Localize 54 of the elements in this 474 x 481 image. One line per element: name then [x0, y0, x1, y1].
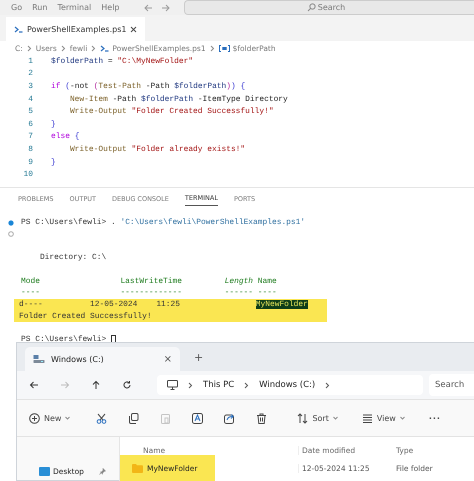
- desktop-icon: [39, 467, 50, 476]
- list-icon: [362, 412, 373, 424]
- terminal-prompt-icon: [100, 44, 110, 52]
- more-button[interactable]: ···: [428, 414, 441, 422]
- refresh-icon: [122, 380, 132, 390]
- variable-icon: [218, 44, 230, 52]
- explorer-tab[interactable]: Windows (C:) ×: [25, 347, 180, 371]
- chevron-icon: [325, 382, 330, 388]
- share-button[interactable]: [224, 412, 236, 424]
- address-segment[interactable]: This PC: [203, 380, 234, 390]
- cut-button[interactable]: [96, 412, 108, 424]
- copy-icon: [128, 412, 140, 424]
- arrow-icon: [29, 380, 39, 390]
- sort-button[interactable]: Sort: [297, 412, 338, 424]
- new-tab-button[interactable]: +: [194, 350, 204, 364]
- drive-icon: [33, 354, 45, 364]
- share-icon: [224, 412, 236, 424]
- monitor-icon: [167, 380, 178, 390]
- caret-icon: [400, 416, 405, 420]
- caret-icon: [332, 416, 338, 420]
- arrow-icon: [60, 380, 70, 390]
- chevron-icon: [60, 44, 66, 52]
- terminal-prompt-icon: [14, 26, 23, 32]
- editor-tab[interactable]: PowerShellExamples.ps1: [6, 17, 146, 41]
- address-bar[interactable]: This PC Windows (C:): [157, 375, 423, 395]
- rename-button[interactable]: [192, 412, 204, 424]
- paste-icon: [160, 412, 172, 424]
- close-icon[interactable]: [130, 26, 138, 32]
- chevron-icon: [210, 44, 215, 52]
- menu-item[interactable]: Go: [11, 3, 22, 12]
- chevron-icon: [188, 382, 193, 388]
- chevron-icon: [26, 44, 32, 52]
- view-button[interactable]: View: [362, 412, 405, 424]
- plus-circle-icon: [29, 412, 40, 424]
- search-field[interactable]: Search: [318, 3, 352, 12]
- copy-button[interactable]: [128, 412, 140, 424]
- close-tab-button[interactable]: ×: [164, 354, 172, 364]
- menu-item[interactable]: Run: [32, 3, 48, 12]
- address-segment[interactable]: Windows (C:): [259, 380, 316, 390]
- chevron-icon: [244, 382, 250, 388]
- caret-icon: [65, 416, 70, 420]
- menu-item[interactable]: Help: [101, 3, 120, 12]
- search-icon: [306, 3, 316, 12]
- search-field[interactable]: Search: [429, 374, 474, 396]
- rename-icon: [192, 412, 204, 424]
- sort-icon: [297, 412, 308, 424]
- arrow-icon: [91, 380, 101, 390]
- chevron-icon: [91, 44, 96, 52]
- scissors-icon: [96, 412, 108, 424]
- menu-item[interactable]: Terminal: [57, 3, 92, 12]
- new-button[interactable]: New: [29, 412, 70, 424]
- delete-button[interactable]: [256, 412, 268, 424]
- trash-icon: [256, 412, 268, 424]
- folder-icon: [132, 464, 143, 472]
